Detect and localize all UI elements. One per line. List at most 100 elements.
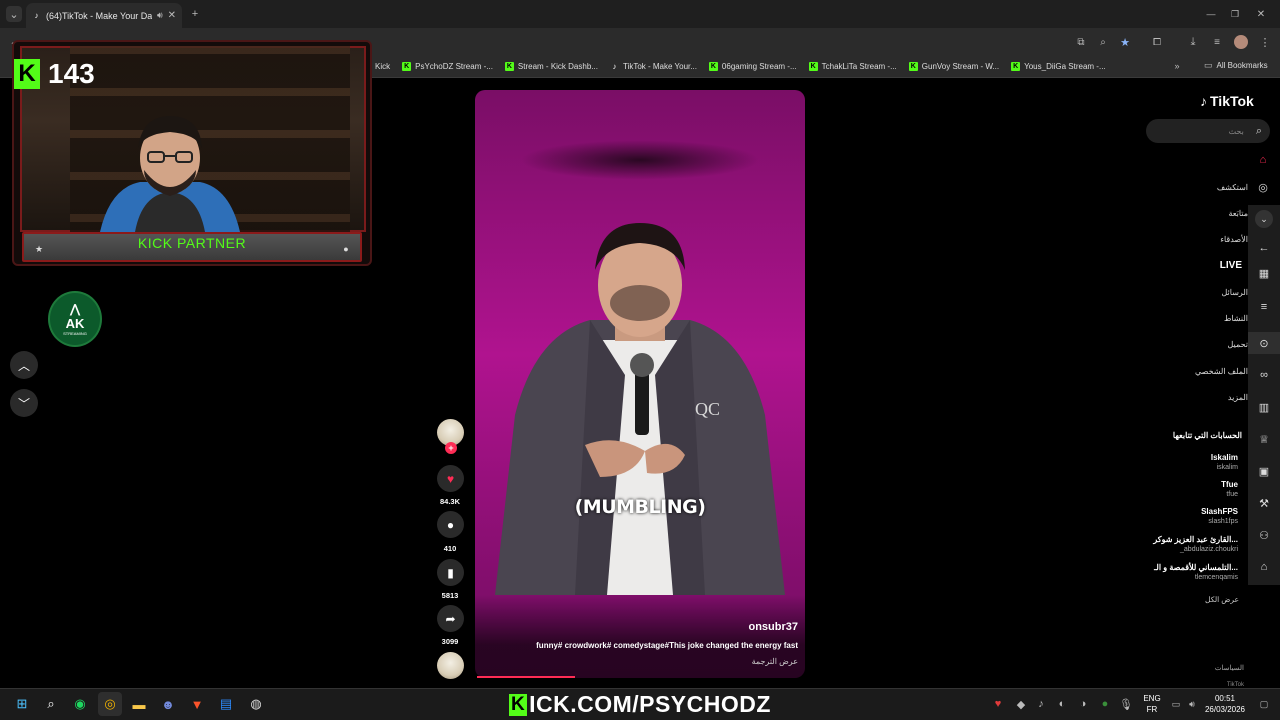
sound-avatar[interactable] xyxy=(437,652,464,679)
save-button[interactable]: ▮ xyxy=(437,559,464,586)
taskbar-search-icon[interactable]: ⌕ xyxy=(39,692,63,716)
notifications-icon[interactable]: ▢ xyxy=(1258,697,1270,711)
tray-red-icon[interactable]: ♥ xyxy=(992,697,1004,711)
see-translation-link[interactable]: عرض الترجمة xyxy=(475,657,798,666)
follow-plus-icon[interactable]: + xyxy=(445,442,457,454)
zoom-icon[interactable]: ⌕ xyxy=(1096,35,1110,49)
search-placeholder: بحث xyxy=(1228,126,1244,136)
start-icon[interactable]: ⊞ xyxy=(10,692,34,716)
video-author[interactable]: onsubr37 xyxy=(475,621,798,633)
film-icon[interactable]: ▣ xyxy=(1248,460,1280,482)
speaker-icon[interactable]: 🔊︎ xyxy=(157,10,163,21)
network-icon[interactable]: ▭ xyxy=(1170,697,1182,711)
kick-url-logo-icon: K xyxy=(509,693,528,716)
close-tab-icon[interactable]: ✕ xyxy=(168,10,176,21)
bookmark-item[interactable]: K Yous_DiiGa Stream -... xyxy=(1011,62,1106,71)
cake-icon[interactable]: ⌂ xyxy=(1248,556,1280,578)
minimize-icon[interactable]: — xyxy=(1204,7,1218,21)
nav-item-label: LIVE xyxy=(1219,260,1242,271)
see-all-link[interactable]: عرض الكل xyxy=(1150,595,1239,604)
bookmark-item[interactable]: K Stream - Kick Dashb... xyxy=(504,62,598,71)
bookmark-star-icon[interactable]: ★ xyxy=(1118,35,1132,49)
following-account-name[interactable]: Iskalim xyxy=(1140,453,1238,462)
bookmark-item[interactable]: K PsYchoDZ Stream -... xyxy=(402,62,493,71)
share-button[interactable]: ➦ xyxy=(437,605,464,632)
kick-favicon-icon: K xyxy=(808,62,818,71)
tab-search-icon[interactable]: ⌄ xyxy=(6,6,22,22)
bookmark-item[interactable]: ♪ TikTok - Make Your... xyxy=(610,62,696,71)
following-account-name[interactable]: SlashFPS xyxy=(1140,507,1238,516)
bookmark-icon: ▮ xyxy=(447,565,454,580)
kick-channel-url: K ICK.COM/PSYCHODZ xyxy=(498,689,782,720)
tiktok-favicon-icon: ♪ xyxy=(34,11,39,20)
cast-icon[interactable]: ⧉ xyxy=(1074,35,1088,49)
compass-icon: ◎ xyxy=(1258,182,1268,194)
panel-back-icon[interactable]: ← xyxy=(1248,237,1280,259)
chart-icon[interactable]: ▥ xyxy=(1248,396,1280,418)
clock[interactable]: 00:51 26/03/2026 xyxy=(1197,693,1253,715)
kick-viewer-badge: K 143 xyxy=(14,58,95,90)
tray-steam-icon[interactable]: ◑ xyxy=(1077,697,1089,711)
language-indicator[interactable]: ENG FR xyxy=(1139,693,1165,715)
microphone-icon[interactable]: 🎙︎ xyxy=(1119,697,1133,711)
live-panel-icon[interactable]: ⊙ xyxy=(1248,332,1280,354)
maximize-icon[interactable]: ❐ xyxy=(1228,7,1242,21)
tab-strip: ⌄ ♪ (64)TikTok - Make Your Day 🔊︎ ✕ + — … xyxy=(0,0,1280,28)
all-bookmarks-button[interactable]: ▭ All Bookmarks xyxy=(1204,60,1268,71)
like-button[interactable]: ♥ xyxy=(437,465,464,492)
brave-icon[interactable]: ▼ xyxy=(185,692,209,716)
menu-dots-icon[interactable]: ⋮ xyxy=(1258,35,1272,49)
nav-item-compass[interactable]: استكشف ◎ xyxy=(1150,181,1270,194)
following-account-name[interactable]: التلمساني للأقمصة و الـ... xyxy=(1140,563,1238,572)
share-icon: ➦ xyxy=(445,611,456,626)
profile-avatar[interactable] xyxy=(1234,35,1248,49)
new-tab-icon[interactable]: + xyxy=(188,7,202,21)
like-count: 84.3K xyxy=(439,497,460,506)
previous-video-button[interactable]: ︿ xyxy=(10,351,38,379)
tray-app-icon[interactable]: ◆ xyxy=(1015,697,1027,711)
viewer-count: 143 xyxy=(48,58,95,89)
file-explorer-icon[interactable]: ▬ xyxy=(127,692,151,716)
tiktok-note-icon: ♪ xyxy=(1200,93,1207,109)
chrome-icon[interactable]: ◎ xyxy=(98,692,122,716)
tab-tiktok[interactable]: ♪ (64)TikTok - Make Your Day 🔊︎ ✕ xyxy=(26,3,182,28)
photos-icon[interactable]: ▤ xyxy=(214,692,238,716)
trophy-icon[interactable]: ♕ xyxy=(1248,428,1280,450)
nav-item-home[interactable]: ⌂ xyxy=(1150,154,1270,166)
spotify-icon[interactable]: ◉ xyxy=(68,692,92,716)
playlist-icon[interactable]: ≡ xyxy=(1210,35,1224,49)
bookmark-item[interactable]: K GunVoy Stream - W... xyxy=(908,62,999,71)
folder-icon: ▭ xyxy=(1204,60,1213,70)
policies-link[interactable]: السياسات xyxy=(1150,664,1244,672)
bookmark-item[interactable]: K 06gaming Stream -... xyxy=(708,62,797,71)
extensions-icon[interactable]: ⧠ xyxy=(1150,35,1164,49)
link-icon[interactable]: ∞ xyxy=(1248,364,1280,386)
tray-tiktok-icon[interactable]: ♪ xyxy=(1035,697,1047,711)
tray-controller-icon[interactable]: ◐ xyxy=(1056,697,1068,711)
search-input[interactable]: بحث ⌕ xyxy=(1146,119,1270,143)
all-bookmarks-label: All Bookmarks xyxy=(1216,61,1268,70)
user-settings-icon[interactable]: ⚇ xyxy=(1248,524,1280,546)
kick-favicon-icon: K xyxy=(504,62,514,71)
nav-item-live[interactable]: LIVE xyxy=(1150,260,1242,271)
hamburger-icon[interactable]: ≡ xyxy=(1248,296,1280,318)
chevron-up-icon: ︿ xyxy=(17,358,30,373)
following-account-name[interactable]: Tfue xyxy=(1140,480,1238,489)
wrench-icon[interactable]: ⚒ xyxy=(1248,492,1280,514)
obs-icon[interactable]: ◍ xyxy=(244,692,268,716)
discord-icon[interactable]: ☻ xyxy=(156,692,180,716)
panel-collapse-icon[interactable]: ⌄ xyxy=(1248,208,1280,230)
bookmark-item[interactable]: K TchakLiTa Stream -... xyxy=(808,62,897,71)
nav-item-label: متابَعة xyxy=(1228,209,1248,218)
nav-item-label: تحميل xyxy=(1227,339,1249,349)
next-video-button[interactable]: ﹀ xyxy=(10,389,38,417)
following-account-name[interactable]: القارئ عبد العزيز شوكر... xyxy=(1140,535,1238,544)
download-icon[interactable]: ⤓ xyxy=(1186,35,1200,49)
close-window-icon[interactable]: ✕ xyxy=(1254,7,1268,21)
bookmarks-overflow-icon[interactable]: » xyxy=(1171,60,1183,72)
tiktok-logo[interactable]: ♪ TikTok xyxy=(1200,93,1254,109)
grid-icon[interactable]: ▦ xyxy=(1248,262,1280,284)
video-progress-bar[interactable] xyxy=(477,676,575,678)
comment-button[interactable]: ● xyxy=(437,511,464,538)
tray-green-icon[interactable]: ● xyxy=(1099,697,1111,711)
